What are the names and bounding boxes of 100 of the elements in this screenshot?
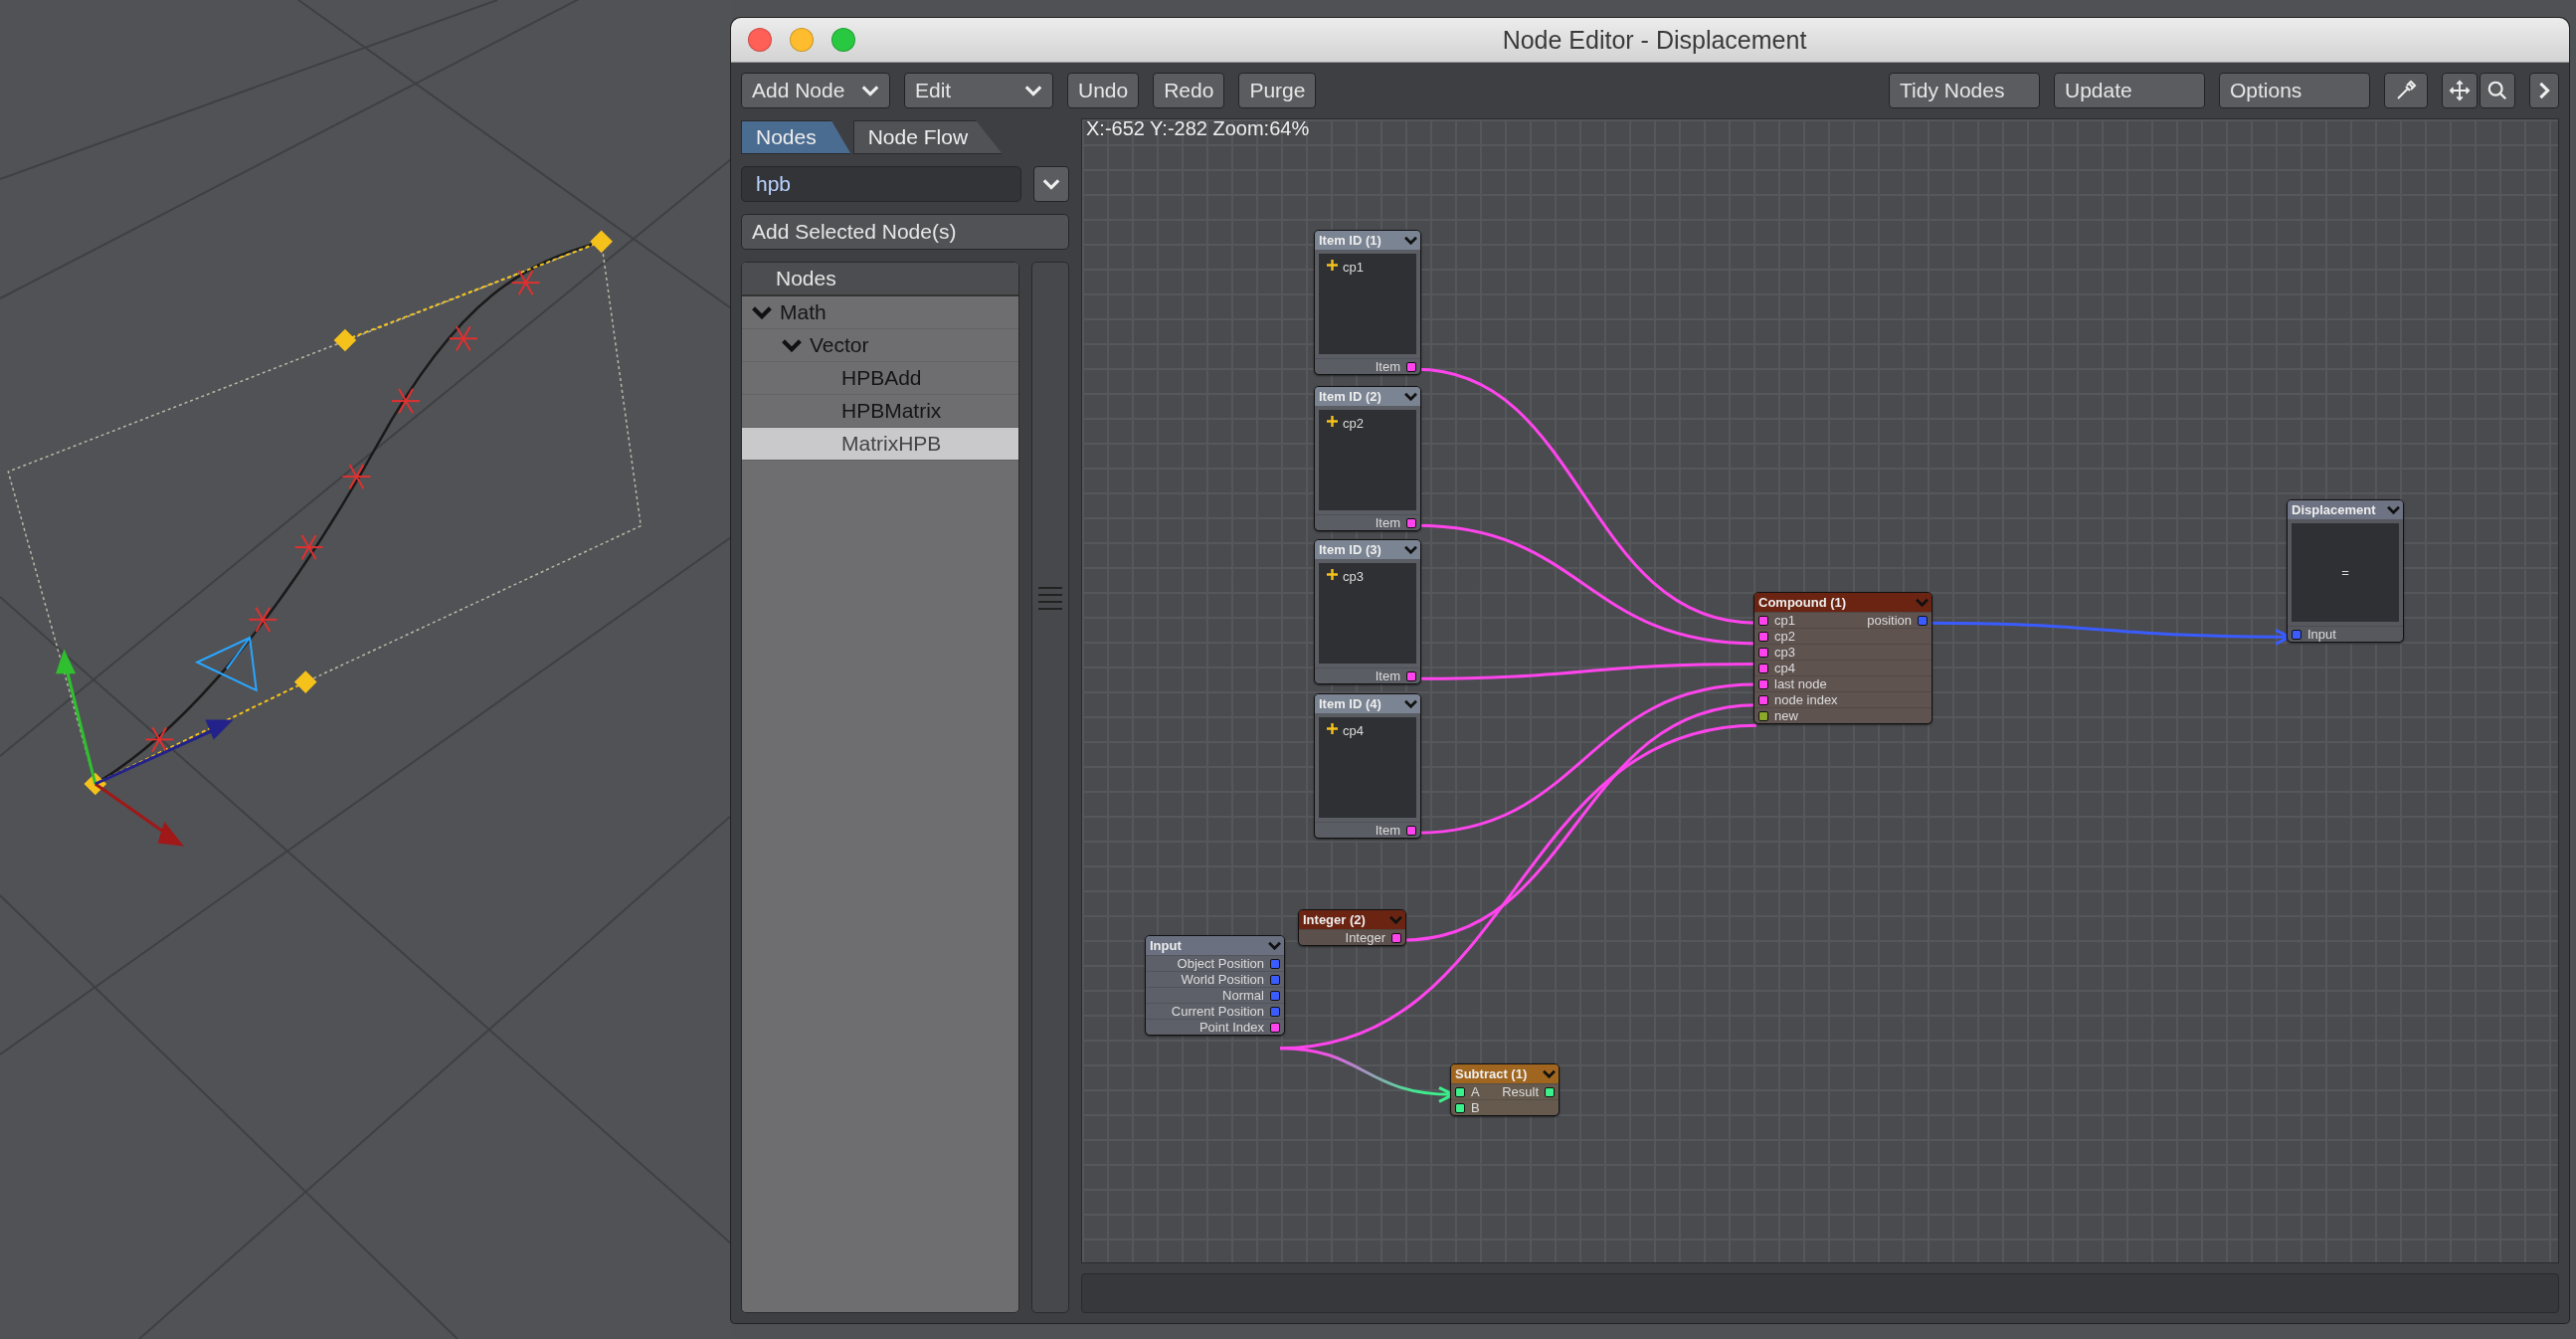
port-label: Result: [1502, 1084, 1539, 1099]
close-button[interactable]: [748, 28, 772, 52]
input-socket-icon[interactable]: [1758, 663, 1768, 673]
port-label: Point Index: [1198, 1020, 1264, 1035]
output-socket-icon[interactable]: [1270, 1022, 1280, 1033]
input-socket-icon[interactable]: [1758, 694, 1768, 705]
port-label: cp4: [1774, 661, 1795, 675]
port-label: Item: [1375, 669, 1400, 683]
chevron-down-icon[interactable]: [1404, 235, 1417, 246]
chevron-down-icon[interactable]: [1404, 544, 1417, 555]
toolbar-button[interactable]: Purge: [1238, 73, 1317, 108]
node-title: Input: [1150, 938, 1182, 953]
preview-label: =: [2341, 565, 2349, 580]
node-card[interactable]: Compound (1) cp1 position cp2 cp3 cp4 last node node index new: [1753, 592, 1932, 724]
port-label: node index: [1774, 692, 1838, 707]
port-label: cp2: [1774, 629, 1795, 644]
dropdown-button[interactable]: [1033, 166, 1069, 202]
chevron-down-icon[interactable]: [1543, 1068, 1556, 1079]
tree-item[interactable]: HPBAdd: [742, 362, 1018, 395]
node-card[interactable]: Integer (2) Integer: [1298, 909, 1406, 946]
grip-icon[interactable]: [1038, 587, 1062, 610]
tree-item[interactable]: Math: [742, 296, 1018, 329]
chevron-down-icon: [861, 85, 879, 96]
preview-label: cp3: [1343, 569, 1364, 584]
plus-icon: [1327, 416, 1338, 427]
node-title: Integer (2): [1303, 912, 1366, 927]
node-card[interactable]: Item ID (1) cp1 Item: [1314, 230, 1421, 375]
plus-icon: [1327, 569, 1338, 580]
output-socket-icon[interactable]: [1406, 825, 1416, 836]
output-socket-icon[interactable]: [1391, 932, 1401, 943]
chevron-down-icon[interactable]: [2387, 504, 2400, 515]
preview-label: cp2: [1343, 416, 1364, 431]
input-socket-icon[interactable]: [2292, 629, 2301, 640]
toolbar-button[interactable]: Options: [2219, 73, 2370, 108]
node-title: Compound (1): [1758, 595, 1847, 610]
toolbar-button[interactable]: Update: [2054, 73, 2205, 108]
plus-icon: [1327, 260, 1338, 271]
tab[interactable]: Node Flow: [852, 120, 1004, 154]
tab[interactable]: Nodes: [741, 120, 851, 154]
output-socket-icon[interactable]: [1545, 1086, 1555, 1097]
search-field[interactable]: hpb: [741, 166, 1021, 202]
tree-item[interactable]: Vector: [742, 329, 1018, 362]
node-title: Item ID (3): [1319, 542, 1381, 557]
node-card[interactable]: Displacement = Input: [2287, 499, 2404, 643]
node-title: Item ID (4): [1319, 696, 1381, 711]
input-socket-icon[interactable]: [1758, 647, 1768, 658]
chevron-down-icon: [1024, 85, 1042, 96]
node-title: Displacement: [2292, 502, 2376, 517]
port-label: position: [1867, 613, 1912, 628]
chevron-down-icon[interactable]: [752, 305, 772, 319]
add-selected-button[interactable]: Add Selected Node(s): [741, 214, 1069, 250]
toolbar-button[interactable]: Redo: [1153, 73, 1225, 108]
port-label: cp3: [1774, 645, 1795, 660]
toolbar-button[interactable]: Tidy Nodes: [1889, 73, 2040, 108]
port-label: World Position: [1181, 972, 1264, 987]
output-socket-icon[interactable]: [1406, 361, 1416, 372]
move-icon[interactable]: [2442, 73, 2478, 108]
chevron-down-icon[interactable]: [1404, 391, 1417, 402]
dropdown-button[interactable]: Add Node: [741, 73, 890, 108]
preview-label: cp4: [1343, 723, 1364, 738]
input-socket-icon[interactable]: [1758, 678, 1768, 689]
input-socket-icon[interactable]: [1455, 1086, 1465, 1097]
eyedropper-icon[interactable]: [2384, 73, 2428, 108]
port-label: cp1: [1774, 613, 1795, 628]
node-card[interactable]: Item ID (3) cp3 Item: [1314, 539, 1421, 684]
maximize-button[interactable]: [831, 28, 855, 52]
port-label: new: [1774, 708, 1798, 723]
node-card[interactable]: Item ID (2) cp2 Item: [1314, 386, 1421, 531]
tree-item[interactable]: MatrixHPB: [742, 428, 1018, 461]
chevron-down-icon: [1042, 178, 1060, 190]
output-socket-icon[interactable]: [1406, 670, 1416, 681]
input-socket-icon[interactable]: [1758, 631, 1768, 642]
output-socket-icon[interactable]: [1406, 517, 1416, 528]
column-header: Nodes: [742, 263, 1018, 296]
node-canvas[interactable]: [1081, 118, 2559, 1263]
node-title: Subtract (1): [1455, 1066, 1528, 1081]
port-label: Normal: [1222, 988, 1264, 1003]
chevron-right-icon[interactable]: [2529, 73, 2559, 108]
chevron-down-icon[interactable]: [782, 338, 802, 352]
scrollbar[interactable]: [1031, 262, 1069, 1313]
port-label: A: [1471, 1084, 1480, 1099]
chevron-down-icon[interactable]: [1268, 940, 1281, 951]
canvas-status: X:-652 Y:-282 Zoom:64%: [1086, 119, 1310, 140]
input-socket-icon[interactable]: [1758, 710, 1768, 721]
port-label: Object Position: [1177, 956, 1264, 971]
port-label: Integer: [1345, 930, 1385, 945]
node-card[interactable]: Input Object Position World Position Normal Current Position Point Index: [1145, 935, 1285, 1036]
dropdown-button[interactable]: Edit: [904, 73, 1053, 108]
input-socket-icon[interactable]: [1758, 615, 1768, 626]
preview-label: cp1: [1343, 260, 1364, 275]
node-card[interactable]: Item ID (4) cp4 Item: [1314, 693, 1421, 839]
port-label: Item: [1375, 359, 1400, 374]
toolbar-button[interactable]: Undo: [1067, 73, 1140, 108]
search-icon[interactable]: [2480, 73, 2515, 108]
port-label: Input: [2307, 627, 2336, 642]
port-label: B: [1471, 1100, 1480, 1115]
input-socket-icon[interactable]: [1455, 1102, 1465, 1113]
chevron-down-icon[interactable]: [1404, 698, 1417, 709]
node-title: Item ID (1): [1319, 233, 1381, 248]
node-card[interactable]: Subtract (1) A Result B: [1450, 1063, 1560, 1116]
